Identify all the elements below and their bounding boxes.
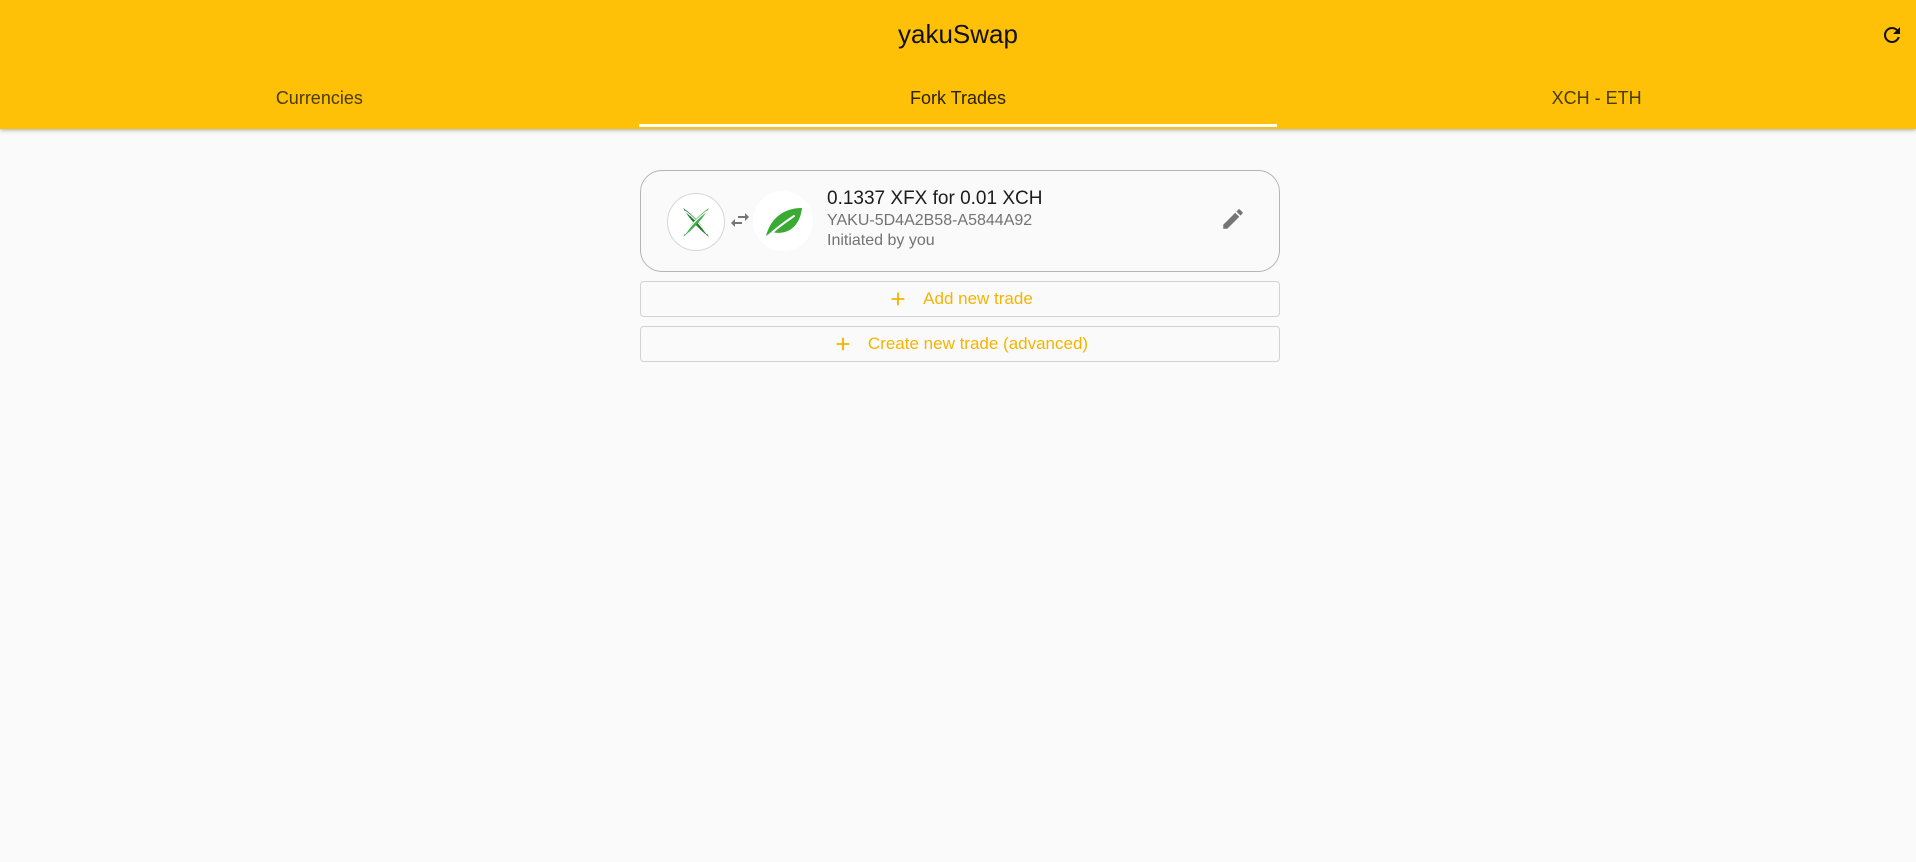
pencil-icon: [1223, 209, 1243, 229]
trade-id: YAKU-5D4A2B58-A5844A92: [827, 212, 1033, 229]
xch-leaf-icon: [753, 191, 813, 251]
app-title: yakuSwap: [898, 19, 1018, 49]
trades-list: 0.1337 XFX for 0.01 XCH YAKU-5D4A2B58-A5…: [640, 170, 1280, 362]
create-advanced-trade-label: Create new trade (advanced): [867, 334, 1089, 353]
tab-currencies[interactable]: Currencies: [0, 76, 639, 129]
trade-card[interactable]: 0.1337 XFX for 0.01 XCH YAKU-5D4A2B58-A5…: [640, 170, 1280, 272]
swap-arrows-icon: [731, 213, 749, 227]
xfx-logo-icon: [667, 193, 725, 251]
tab-fork-trades[interactable]: Fork Trades: [638, 76, 1278, 129]
tab-xch-eth[interactable]: XCH - ETH: [1277, 76, 1916, 129]
plus-icon: [836, 337, 850, 351]
trade-status: Initiated by you: [827, 232, 935, 249]
edit-trade-button[interactable]: [1215, 201, 1251, 237]
tab-bar: Currencies Fork Trades XCH - ETH: [0, 76, 1916, 129]
trade-title: 0.1337 XFX for 0.01 XCH: [827, 188, 1043, 209]
plus-icon: [891, 292, 905, 306]
app-bar: yakuSwap Currencies Fork Trades XCH - ET…: [0, 0, 1916, 129]
refresh-button[interactable]: [1874, 17, 1910, 53]
create-advanced-trade-button[interactable]: Create new trade (advanced): [640, 326, 1280, 362]
add-new-trade-label: Add new trade: [923, 289, 1033, 308]
refresh-icon: [1884, 27, 1900, 43]
add-new-trade-button[interactable]: Add new trade: [640, 281, 1280, 317]
trade-info: 0.1337 XFX for 0.01 XCH YAKU-5D4A2B58-A5…: [827, 187, 1042, 251]
